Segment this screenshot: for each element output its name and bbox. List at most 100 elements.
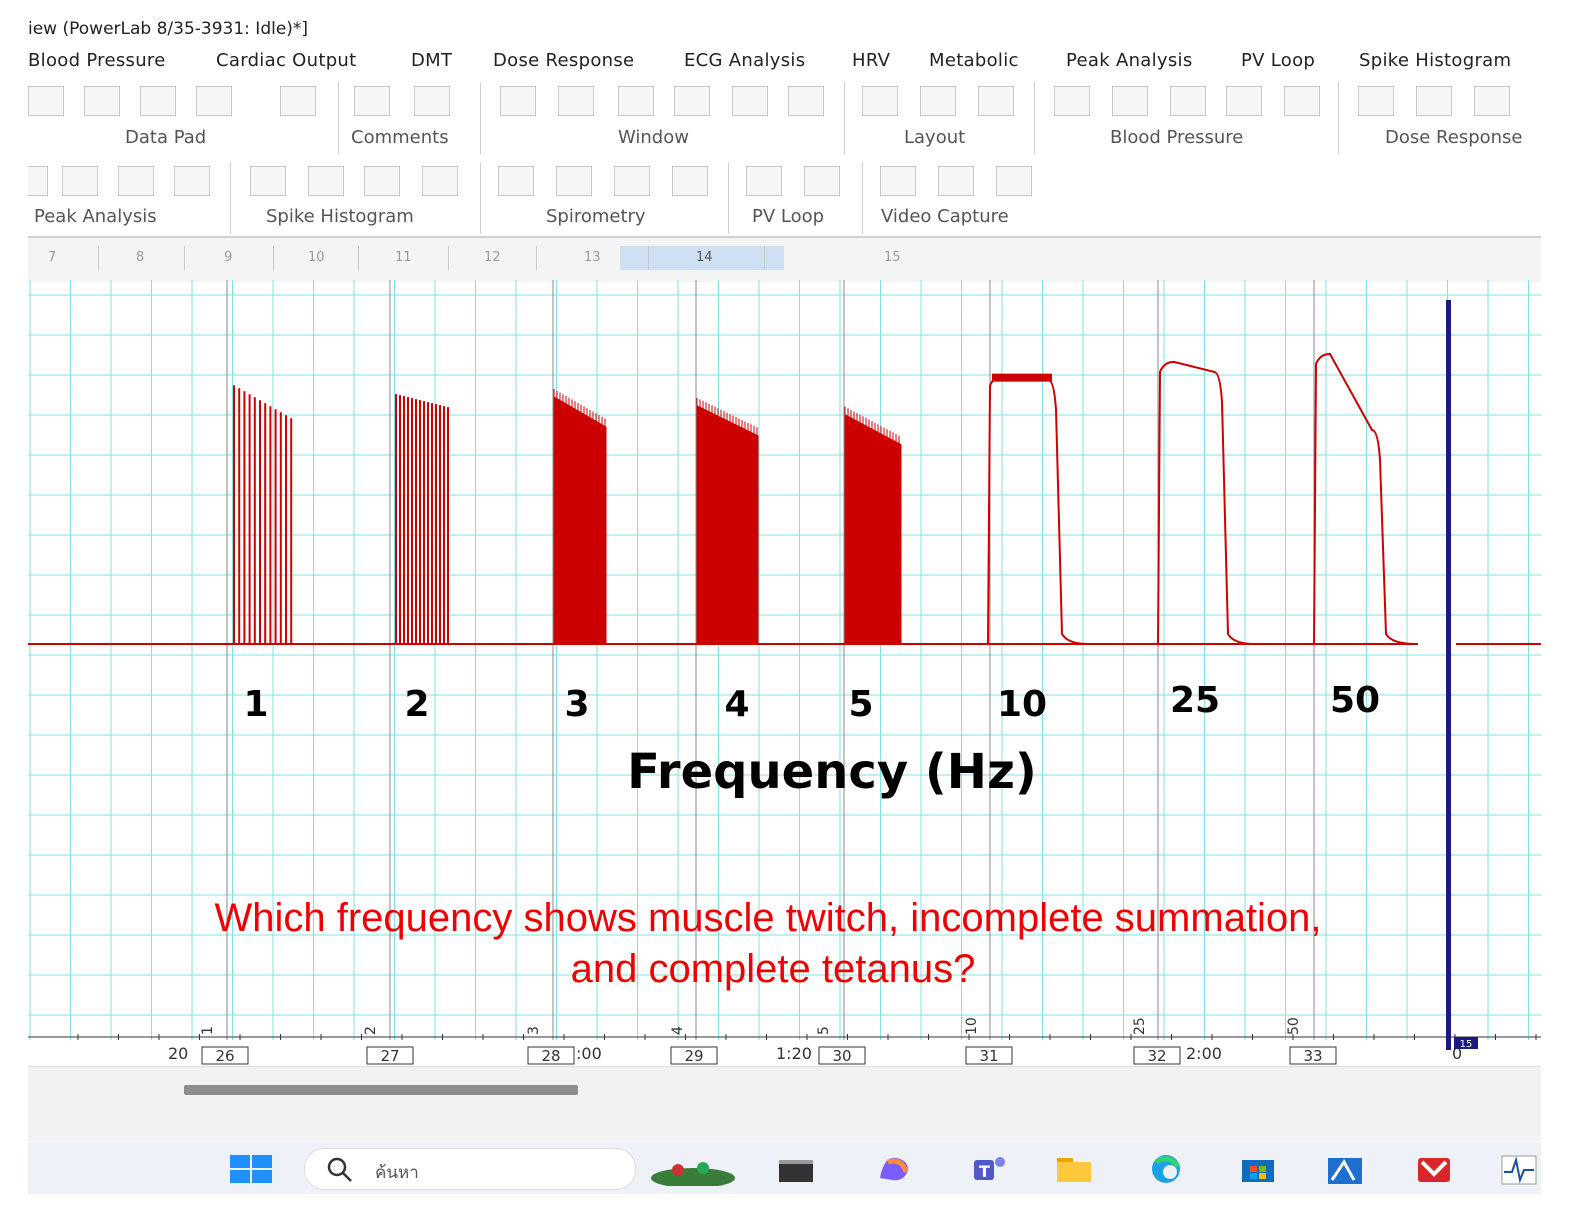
group-label-spike-histogram: Spike Histogram: [266, 206, 414, 227]
cursor-line[interactable]: [1446, 300, 1451, 1050]
ruler-block-14[interactable]: 14: [696, 250, 713, 265]
spectrum-icon[interactable]: [732, 86, 768, 116]
tetanus-10hz: [987, 374, 1089, 645]
labchart-icon[interactable]: [1324, 1152, 1364, 1186]
frequency-label: 50: [1330, 680, 1380, 721]
pv-loop-icon[interactable]: [804, 166, 840, 196]
menu-ecg-analysis[interactable]: ECG Analysis: [684, 48, 805, 74]
data-pad-plot-icon[interactable]: [280, 86, 316, 116]
comment-mark[interactable]: 1: [200, 1026, 216, 1035]
block-number[interactable]: 30: [832, 1047, 851, 1065]
comment-mark[interactable]: 3: [526, 1026, 542, 1035]
ruler-block-10[interactable]: 10: [308, 250, 325, 265]
search-placeholder: ค้นหา: [375, 1163, 419, 1183]
dr-settings-icon[interactable]: [1358, 86, 1394, 116]
comment-mark[interactable]: 4: [670, 1026, 686, 1035]
layout-grid-icon[interactable]: [862, 86, 898, 116]
frequency-label: 2: [404, 684, 429, 725]
comment-mark[interactable]: 5: [816, 1026, 832, 1035]
spike-histogram-icon[interactable]: [308, 166, 344, 196]
bp-play-icon[interactable]: [1284, 86, 1320, 116]
data-pad-add-icon[interactable]: [84, 86, 120, 116]
menu-hrv[interactable]: HRV: [852, 48, 890, 74]
horizontal-scrollbar[interactable]: [28, 1066, 1541, 1141]
file-explorer-icon[interactable]: [1054, 1152, 1094, 1186]
spiro-table-icon[interactable]: [672, 166, 708, 196]
block-number[interactable]: 27: [380, 1047, 399, 1065]
menu-spike-histogram[interactable]: Spike Histogram: [1359, 48, 1511, 74]
comment-mark[interactable]: 50: [1286, 1017, 1302, 1035]
video-window-icon[interactable]: [938, 166, 974, 196]
spiro-settings-icon[interactable]: [498, 166, 534, 196]
block-number[interactable]: 31: [979, 1047, 998, 1065]
ruler-block-8[interactable]: 8: [136, 250, 144, 265]
add-comment-icon[interactable]: [414, 86, 450, 116]
teams-icon[interactable]: T: [970, 1152, 1010, 1186]
block-number[interactable]: 26: [215, 1047, 234, 1065]
ruler-block-7[interactable]: 7: [48, 250, 56, 265]
bp-wave-icon[interactable]: [1170, 86, 1206, 116]
spike-settings-icon[interactable]: [250, 166, 286, 196]
chart-view-icon[interactable]: [500, 86, 536, 116]
menu-blood-pressure[interactable]: Blood Pressure: [28, 48, 166, 74]
video-capture-icon[interactable]: [996, 166, 1032, 196]
menu-dose-response[interactable]: Dose Response: [493, 48, 634, 74]
powerlab-icon[interactable]: [1498, 1152, 1538, 1186]
window-title: iew (PowerLab 8/35-3931: Idle)*]: [28, 19, 309, 39]
bp-chart-icon[interactable]: [1112, 86, 1148, 116]
mail-icon[interactable]: [1414, 1152, 1454, 1186]
ruler-block-11[interactable]: 11: [395, 250, 412, 265]
dr-chart-icon[interactable]: [1474, 86, 1510, 116]
block-number[interactable]: 28: [541, 1047, 560, 1065]
block-number[interactable]: 32: [1147, 1047, 1166, 1065]
layout-add-icon[interactable]: [978, 86, 1014, 116]
spike-dropdown-icon[interactable]: [364, 166, 400, 196]
ruler-block-15[interactable]: 15: [884, 250, 901, 265]
menu-pv-loop[interactable]: PV Loop: [1241, 48, 1315, 74]
windows-start-icon[interactable]: [228, 1152, 272, 1186]
spike-play-icon[interactable]: [422, 166, 458, 196]
twitch-train-1hz: [233, 385, 293, 644]
copy-window-icon[interactable]: [788, 86, 824, 116]
comment-mark[interactable]: 2: [363, 1026, 379, 1035]
ruler-block-12[interactable]: 12: [484, 250, 501, 265]
data-pad-table-icon[interactable]: [28, 86, 64, 116]
data-pad-options-icon[interactable]: [196, 86, 232, 116]
peak-chart-icon[interactable]: [62, 166, 98, 196]
pv-settings-icon[interactable]: [746, 166, 782, 196]
spiro-loop-icon[interactable]: [614, 166, 650, 196]
bp-settings-icon[interactable]: [1054, 86, 1090, 116]
menu-peak-analysis[interactable]: Peak Analysis: [1066, 48, 1193, 74]
scroll-thumb[interactable]: [184, 1085, 578, 1095]
menu-dmt[interactable]: DMT: [411, 48, 452, 74]
spiro-chart-icon[interactable]: [556, 166, 592, 196]
zoom-view-icon[interactable]: [618, 86, 654, 116]
widgets-icon[interactable]: [648, 1152, 738, 1188]
video-settings-icon[interactable]: [880, 166, 916, 196]
peak-play-icon[interactable]: [174, 166, 210, 196]
ruler-block-9[interactable]: 9: [224, 250, 232, 265]
comment-icon[interactable]: [354, 86, 390, 116]
menu-cardiac-output[interactable]: Cardiac Output: [216, 48, 356, 74]
layout-split-icon[interactable]: [920, 86, 956, 116]
scope-view-icon[interactable]: [558, 86, 594, 116]
peak-table-icon[interactable]: [118, 166, 154, 196]
block-number[interactable]: 33: [1303, 1047, 1322, 1065]
taskbar-search[interactable]: ค้นหา: [304, 1148, 636, 1190]
edge-icon[interactable]: [1146, 1152, 1186, 1186]
copilot-icon[interactable]: [874, 1152, 914, 1186]
comment-mark[interactable]: 25: [1132, 1017, 1148, 1035]
xy-view-icon[interactable]: [674, 86, 710, 116]
task-view-icon[interactable]: [776, 1152, 816, 1186]
data-pad-multi-icon[interactable]: [140, 86, 176, 116]
ruler-block-13[interactable]: 13: [584, 250, 601, 265]
peak-settings-icon[interactable]: [28, 166, 48, 196]
menu-metabolic[interactable]: Metabolic: [929, 48, 1019, 74]
chart-view[interactable]: 1 2 3 4 5 10 25 50 Frequency (Hz) Which frequen…: [28, 280, 1541, 1065]
bp-table-icon[interactable]: [1226, 86, 1262, 116]
dr-table-icon[interactable]: [1416, 86, 1452, 116]
store-icon[interactable]: [1238, 1152, 1278, 1186]
group-label-data-pad: Data Pad: [125, 127, 207, 148]
block-number[interactable]: 29: [684, 1047, 703, 1065]
comment-mark[interactable]: 10: [964, 1017, 980, 1035]
